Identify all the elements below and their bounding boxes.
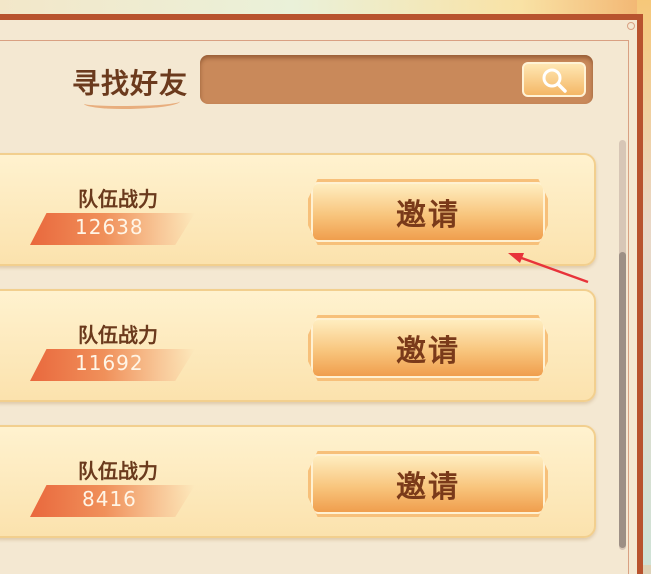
team-power-value: 8416 — [82, 487, 137, 511]
invite-button[interactable]: 邀请 — [308, 451, 548, 517]
team-power-label: 队伍战力 — [78, 187, 158, 211]
friend-card: 队伍战力 8416 邀请 — [0, 425, 596, 538]
invite-button[interactable]: 邀请 — [308, 315, 548, 381]
team-power-label: 队伍战力 — [78, 459, 158, 483]
search-box — [200, 55, 593, 104]
team-power-block: 队伍战力 12638 — [30, 179, 200, 249]
scrollbar-track[interactable] — [619, 140, 626, 550]
search-button[interactable] — [522, 62, 586, 97]
team-power-value: 11692 — [75, 351, 144, 375]
search-input[interactable] — [208, 61, 512, 99]
scrollbar-thumb[interactable] — [619, 252, 626, 548]
team-power-block: 队伍战力 8416 — [30, 451, 200, 521]
invite-button-label: 邀请 — [396, 198, 460, 233]
search-icon — [542, 68, 567, 93]
team-power-value: 12638 — [75, 215, 144, 239]
invite-button-label: 邀请 — [396, 470, 460, 505]
invite-button[interactable]: 邀请 — [308, 179, 548, 245]
annotation-arrow-icon — [508, 253, 589, 284]
corner-ornament — [627, 22, 635, 30]
team-power-block: 队伍战力 11692 — [30, 315, 200, 385]
team-power-label: 队伍战力 — [78, 323, 158, 347]
friend-card: 队伍战力 11692 邀请 — [0, 289, 596, 402]
invite-button-label: 邀请 — [396, 334, 460, 369]
